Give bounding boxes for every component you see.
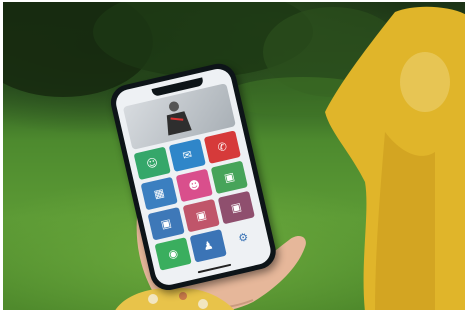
tile-photo-3[interactable]: ▣	[182, 198, 220, 233]
tile-people[interactable]: ☻	[175, 168, 213, 203]
photo-icon: ▣	[159, 216, 173, 232]
photo-icon: ▣	[194, 208, 208, 224]
calendar-icon: ▦	[152, 186, 166, 202]
person-figure-icon	[166, 101, 192, 136]
tile-photo-2[interactable]: ▣	[147, 206, 185, 241]
tile-calendar[interactable]: ▦	[140, 176, 178, 211]
home-indicator	[197, 263, 232, 274]
tile-whatsapp[interactable]: ◉	[154, 237, 192, 271]
tile-photo-1[interactable]: ▣	[210, 160, 248, 195]
phone-icon: ✆	[216, 139, 229, 155]
photo-icon: ▣	[222, 169, 236, 185]
tile-contact[interactable]: ♟	[189, 229, 227, 263]
settings-icon: ⚙	[237, 230, 250, 246]
message-icon: ✉	[181, 147, 194, 163]
contact-icon: ♟	[201, 238, 215, 254]
tile-settings[interactable]: ⚙	[224, 220, 262, 255]
people-icon: ☻	[187, 177, 202, 194]
yellow-fabric-object	[325, 6, 465, 310]
tile-message[interactable]: ✉	[168, 138, 206, 172]
tile-photo-4[interactable]: ▣	[217, 190, 255, 225]
photo-icon: ▣	[229, 200, 243, 216]
tile-phone[interactable]: ✆	[203, 130, 242, 164]
whatsapp-icon: ◉	[166, 246, 180, 262]
tile-person[interactable]: ☺	[133, 146, 171, 181]
photo-scene: ☺ ✉ ✆ ▦ ☻ ▣ ▣ ▣ ▣ ◉ ♟ ⚙	[3, 2, 465, 310]
person-icon: ☺	[145, 155, 160, 171]
app-tile-grid: ☺ ✉ ✆ ▦ ☻ ▣ ▣ ▣ ▣ ◉ ♟ ⚙	[133, 130, 264, 271]
